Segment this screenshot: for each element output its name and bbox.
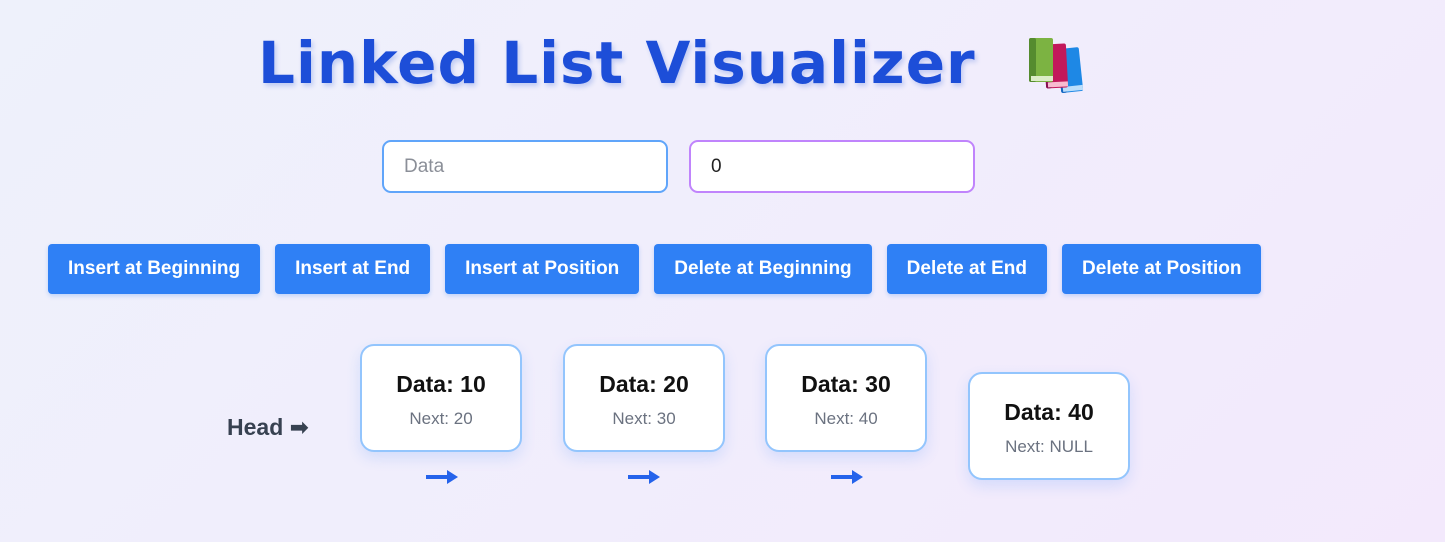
list-node: Data: 40 Next: NULL — [968, 372, 1130, 480]
list-node: Data: 10 Next: 20 — [360, 344, 522, 452]
right-arrow-icon — [831, 470, 863, 484]
node-next: Next: NULL — [1005, 437, 1093, 456]
node-next: Next: 20 — [409, 409, 473, 428]
delete-at-position-button[interactable]: Delete at Position — [1062, 244, 1262, 294]
head-label: Head ➡ — [227, 414, 309, 440]
node-next: Next: 40 — [814, 409, 878, 428]
data-input[interactable] — [382, 140, 668, 193]
operation-buttons: Insert at Beginning Insert at End Insert… — [48, 244, 1262, 294]
position-input[interactable] — [689, 140, 975, 193]
delete-at-beginning-button[interactable]: Delete at Beginning — [654, 244, 872, 294]
list-node: Data: 20 Next: 30 — [563, 344, 725, 452]
delete-at-end-button[interactable]: Delete at End — [886, 244, 1048, 294]
insert-at-end-button[interactable]: Insert at End — [275, 244, 431, 294]
page-title: Linked List Visualizer — [258, 29, 976, 97]
list-node: Data: 30 Next: 40 — [765, 344, 927, 452]
node-data: Data: 10 — [396, 371, 486, 397]
node-data: Data: 40 — [1004, 399, 1094, 425]
node-data: Data: 20 — [599, 371, 689, 397]
books-icon — [1029, 38, 1084, 93]
node-data: Data: 30 — [801, 371, 891, 397]
insert-at-position-button[interactable]: Insert at Position — [445, 244, 640, 294]
right-arrow-icon — [426, 470, 458, 484]
node-next: Next: 30 — [612, 409, 676, 428]
insert-at-beginning-button[interactable]: Insert at Beginning — [48, 244, 261, 294]
right-arrow-icon — [628, 470, 660, 484]
